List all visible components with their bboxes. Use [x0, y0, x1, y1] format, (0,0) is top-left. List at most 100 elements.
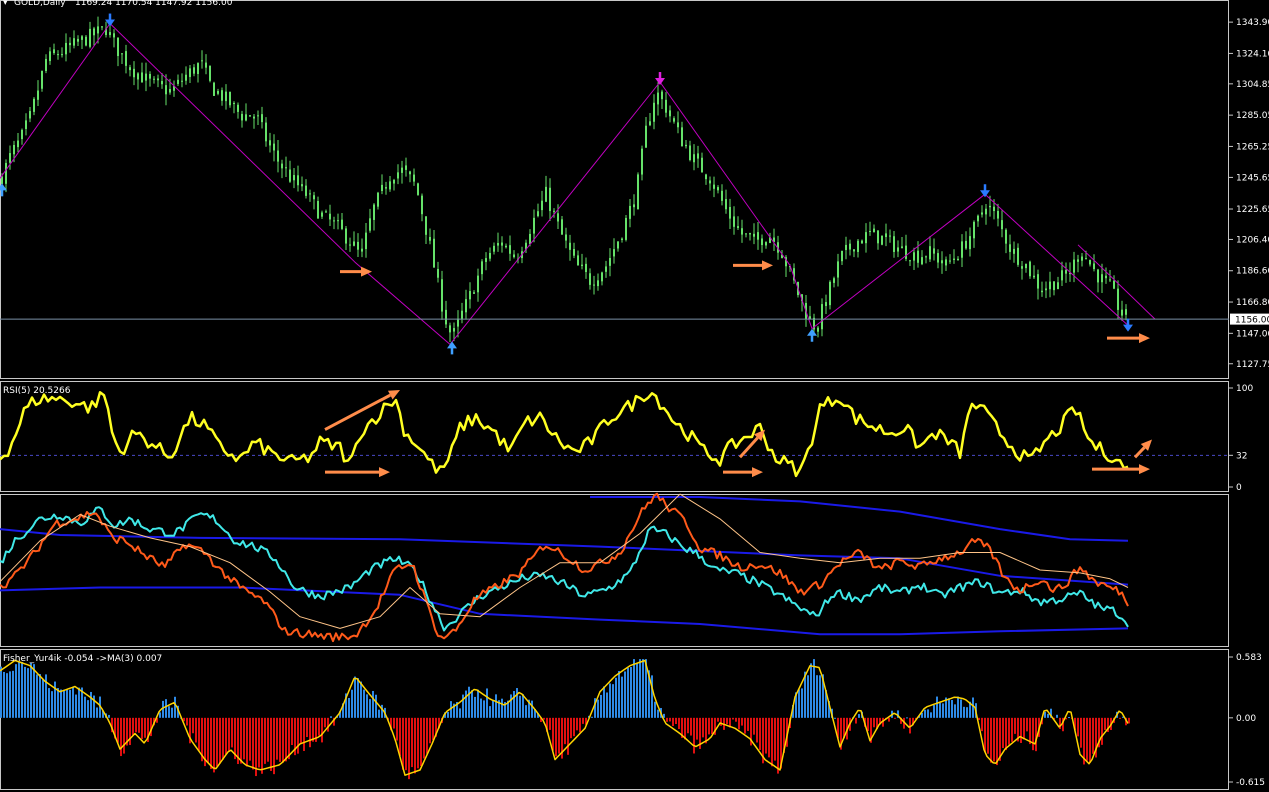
- histogram-bar: [810, 663, 812, 718]
- histogram-bar: [768, 717, 770, 758]
- histogram-bar: [396, 717, 398, 741]
- histogram-bar: [993, 717, 995, 762]
- candle: [1029, 260, 1031, 279]
- histogram-bar: [360, 681, 362, 718]
- candle-body: [445, 309, 447, 325]
- candle-body: [69, 42, 71, 46]
- candle-body: [401, 167, 403, 173]
- histogram-bar: [240, 717, 242, 764]
- candle-body: [1029, 261, 1031, 277]
- candle-body: [81, 36, 83, 40]
- histogram-bar: [657, 709, 659, 718]
- candle-body: [1045, 288, 1047, 291]
- histogram-bar: [834, 717, 836, 719]
- histogram-bar: [519, 695, 521, 718]
- candle-body: [229, 92, 231, 106]
- candle-body: [941, 260, 943, 264]
- candle-body: [685, 144, 687, 147]
- candle-body: [121, 53, 123, 55]
- histogram-bar: [213, 717, 215, 773]
- histogram-bar: [690, 717, 692, 736]
- histogram-bar: [702, 717, 704, 738]
- candle-body: [841, 250, 843, 262]
- histogram-bar: [426, 717, 428, 754]
- candle-body: [577, 255, 579, 266]
- candle-body: [329, 213, 331, 220]
- candle-body: [457, 318, 459, 327]
- candle-body: [413, 174, 415, 182]
- candle-body: [465, 299, 467, 313]
- candle-body: [873, 228, 875, 233]
- histogram-bar: [999, 717, 1001, 761]
- histogram-bar: [744, 717, 746, 734]
- candle-body: [593, 284, 595, 286]
- histogram-bar: [309, 717, 311, 748]
- histogram-bar: [684, 717, 686, 740]
- candle-body: [489, 252, 491, 259]
- candle-body: [297, 175, 299, 186]
- histogram-bar: [720, 717, 722, 726]
- histogram-bar: [477, 689, 479, 718]
- histogram-bar: [366, 694, 368, 718]
- histogram-bar: [357, 678, 359, 718]
- candle-body: [553, 210, 555, 212]
- candle-body: [1, 176, 3, 184]
- candle-body: [693, 154, 695, 163]
- histogram-bar: [9, 671, 11, 718]
- candle-body: [833, 278, 835, 283]
- candle-body: [481, 261, 483, 275]
- candle-body: [1005, 229, 1007, 244]
- histogram-bar: [327, 717, 329, 732]
- candle-body: [197, 63, 199, 74]
- candle-body: [365, 232, 367, 250]
- candle-body: [125, 51, 127, 66]
- candle-body: [141, 72, 143, 83]
- candle-body: [277, 150, 279, 162]
- candle-body: [669, 110, 671, 117]
- candle-body: [573, 248, 575, 256]
- histogram-bar: [3, 671, 5, 718]
- price-axis-label: 1304.85: [1236, 80, 1269, 90]
- histogram-bar: [612, 684, 614, 718]
- histogram-bar: [771, 717, 773, 767]
- histogram-bar: [135, 717, 137, 733]
- candle: [829, 280, 831, 310]
- candle-body: [741, 228, 743, 235]
- histogram-bar: [711, 717, 713, 735]
- histogram-bar: [417, 717, 419, 769]
- candle-body: [9, 153, 11, 163]
- histogram-bar: [375, 694, 377, 718]
- candle-body: [537, 211, 539, 217]
- candle-body: [945, 259, 947, 266]
- histogram-bar: [597, 699, 599, 718]
- histogram-bar: [303, 717, 305, 752]
- candle-body: [1081, 256, 1083, 261]
- candle-body: [337, 220, 339, 222]
- candle-body: [825, 302, 827, 307]
- histogram-bar: [1092, 717, 1094, 754]
- histogram-bar: [369, 699, 371, 718]
- histogram-bar: [1008, 717, 1010, 745]
- price-axis-label: 1147.00: [1236, 329, 1269, 339]
- histogram-bar: [756, 717, 758, 743]
- current-price-box: 1156.00: [1230, 313, 1269, 326]
- candle-body: [1017, 247, 1019, 265]
- candle-body: [549, 187, 551, 212]
- histogram-bar: [654, 701, 656, 718]
- histogram-bar: [573, 717, 575, 737]
- price-axis-label: 1285.05: [1236, 111, 1269, 121]
- price-axis-label: 1225.65: [1236, 205, 1269, 215]
- histogram-bar: [363, 689, 365, 718]
- candle-body: [829, 281, 831, 306]
- candle-body: [701, 157, 703, 173]
- histogram-bar: [381, 704, 383, 718]
- candle-body: [381, 184, 383, 192]
- histogram-bar: [162, 700, 164, 718]
- candle-body: [1101, 274, 1103, 283]
- candle-body: [821, 304, 823, 330]
- candle-body: [1089, 260, 1091, 265]
- histogram-bar: [1020, 717, 1022, 743]
- histogram-bar: [549, 717, 551, 730]
- histogram-bar: [633, 659, 635, 718]
- candle-body: [917, 250, 919, 263]
